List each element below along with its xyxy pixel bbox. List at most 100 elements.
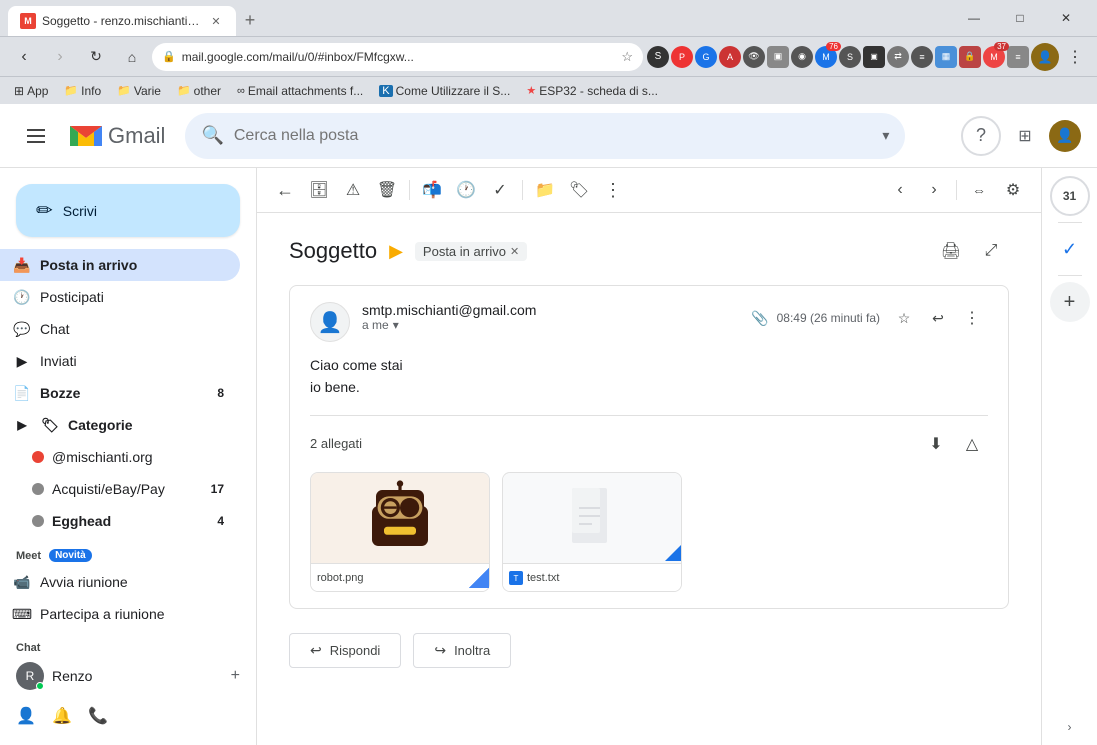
add-chat-button[interactable]: + (231, 667, 240, 685)
add-app-button[interactable]: + (1050, 282, 1090, 322)
archive-button[interactable]: 🗄 (303, 174, 335, 206)
minimize-button[interactable]: — (951, 4, 997, 32)
tab-close-icon[interactable]: ✕ (208, 13, 224, 29)
compose-button[interactable]: ✏ Scrivi (16, 184, 240, 237)
ext-icon-7[interactable]: ◉ (791, 46, 813, 68)
phone-icon-button[interactable]: 📞 (88, 706, 108, 726)
ext-icon-4[interactable]: A (719, 46, 741, 68)
more-actions-button[interactable]: ⋮ (597, 174, 629, 206)
ext-icon-badge[interactable]: M76 (815, 46, 837, 68)
ext-icon-8[interactable]: S (839, 46, 861, 68)
bookmark-esp32[interactable]: ★ ESP32 - scheda di s... (520, 82, 664, 100)
ext-icon-3[interactable]: G (695, 46, 717, 68)
browser-menu-button[interactable]: ⋮ (1061, 43, 1089, 71)
sidebar-item-mischianti[interactable]: @mischianti.org (0, 441, 240, 473)
search-bar[interactable]: 🔍 ▾ (185, 113, 905, 159)
bookmark-star-icon[interactable]: ☆ (621, 49, 633, 65)
open-new-window-button[interactable]: ⤢ (973, 233, 1009, 269)
snooze-button[interactable]: 🕐 (450, 174, 482, 206)
forward-button[interactable]: › (44, 41, 76, 73)
message-more-button[interactable]: ⋮ (956, 302, 988, 334)
ext-icon-share[interactable]: ⇄ (887, 46, 909, 68)
sidebar-item-categories[interactable]: ▶ 🏷 Categorie (0, 409, 240, 441)
ext-icon-6[interactable]: ▣ (767, 46, 789, 68)
search-input[interactable] (234, 127, 873, 145)
star-button[interactable]: ☆ (888, 302, 920, 334)
txt-corner-decoration (665, 545, 681, 561)
user-avatar[interactable]: 👤 (1049, 120, 1081, 152)
maximize-button[interactable]: □ (997, 4, 1043, 32)
download-all-button[interactable]: ⬇ (920, 428, 952, 460)
tasks-button[interactable]: ✓ (1050, 229, 1090, 269)
attachment-robot-footer: robot.png (311, 563, 489, 592)
hamburger-menu-button[interactable] (16, 116, 56, 156)
chat-user-renzo[interactable]: R Renzo + (0, 658, 256, 694)
forward-icon: ↪ (434, 642, 446, 659)
attachment-txt-preview (503, 473, 681, 563)
help-button[interactable]: ? (961, 116, 1001, 156)
close-window-button[interactable]: ✕ (1043, 4, 1089, 32)
apps-grid-button[interactable]: ⊞ (1005, 116, 1045, 156)
notifications-icon-button[interactable]: 🔔 (52, 706, 72, 726)
bookmark-varie[interactable]: 📁 Varie (111, 82, 167, 100)
sidebar-item-partecipa-riunione[interactable]: ⌨ Partecipa a riunione (0, 598, 240, 630)
calendar-button[interactable]: 31 (1050, 176, 1090, 216)
ext-icon-1[interactable]: S (647, 46, 669, 68)
scroll-down-icon[interactable]: › (1068, 720, 1072, 734)
print-button[interactable]: 🖨 (933, 233, 969, 269)
save-to-drive-button[interactable]: △ (956, 428, 988, 460)
next-email-button[interactable]: › (918, 174, 950, 206)
ext-icon-2[interactable]: P (671, 46, 693, 68)
txt-file-icon: T (509, 571, 523, 585)
home-button[interactable]: ⌂ (116, 41, 148, 73)
attachment-robot[interactable]: robot.png (310, 472, 490, 592)
bookmark-other[interactable]: 📁 other (171, 82, 227, 100)
attachment-txt[interactable]: T test.txt (502, 472, 682, 592)
egghead-dot-icon (32, 515, 44, 527)
ext-icon-11[interactable]: ▦ (935, 46, 957, 68)
new-tab-button[interactable]: + (236, 6, 264, 34)
back-to-list-button[interactable]: ← (269, 174, 301, 206)
label-button[interactable]: 🏷 (563, 174, 595, 206)
sidebar-item-inbox[interactable]: 📥 Posta in arrivo (0, 249, 240, 281)
browser-extension-icons: S P G A 👁 ▣ ◉ M76 S ▣ ⇄ ≡ ▦ 🔒 M37 ≡ 👤 ⋮ (647, 43, 1089, 71)
sidebar-item-drafts[interactable]: 📄 Bozze 8 (0, 377, 240, 409)
back-button[interactable]: ‹ (8, 41, 40, 73)
reply-quick-button[interactable]: ↩ (922, 302, 954, 334)
ext-icon-5[interactable]: 👁 (743, 46, 765, 68)
search-dropdown-icon[interactable]: ▾ (882, 127, 889, 144)
reply-button[interactable]: ↩ Rispondi (289, 633, 401, 668)
ext-icon-9[interactable]: ▣ (863, 46, 885, 68)
delete-button[interactable]: 🗑 (371, 174, 403, 206)
account-icon-button[interactable]: 👤 (16, 706, 36, 726)
bookmark-app[interactable]: ⊞ App (8, 82, 54, 100)
bookmark-come-utilizzare[interactable]: K Come Utilizzare il S... (373, 82, 516, 100)
spam-button[interactable]: ⚠ (337, 174, 369, 206)
split-view-button[interactable]: ⇔ (963, 174, 995, 206)
forward-button[interactable]: ↪ Inoltra (413, 633, 511, 668)
sidebar-item-snoozed[interactable]: 🕐 Posticipati (0, 281, 240, 313)
sidebar-item-avvia-riunione[interactable]: 📹 Avvia riunione (0, 566, 240, 598)
sidebar-item-acquisti[interactable]: Acquisti/eBay/Pay 17 (0, 473, 240, 505)
ext-icon-badge2[interactable]: M37 (983, 46, 1005, 68)
address-bar[interactable]: 🔒 mail.google.com/mail/u/0/#inbox/FMfcgx… (152, 43, 643, 71)
move-to-button[interactable]: 📁 (529, 174, 561, 206)
sidebar-item-chat[interactable]: 💬 Chat (0, 313, 240, 345)
sidebar-item-sent[interactable]: ▶ Inviati (0, 345, 240, 377)
mark-done-button[interactable]: ✓ (484, 174, 516, 206)
tag-close-icon[interactable]: ✕ (510, 245, 519, 258)
inbox-tag[interactable]: Posta in arrivo ✕ (415, 242, 527, 261)
sidebar-item-egghead[interactable]: Egghead 4 (0, 505, 240, 537)
move-to-inbox-button[interactable]: 📬 (416, 174, 448, 206)
ext-icon-lock[interactable]: 🔒 (959, 46, 981, 68)
ext-icon-10[interactable]: ≡ (911, 46, 933, 68)
bookmark-info[interactable]: 📁 Info (58, 82, 107, 100)
prev-email-button[interactable]: ‹ (884, 174, 916, 206)
ext-profile[interactable]: 👤 (1031, 43, 1059, 71)
ext-icon-12[interactable]: ≡ (1007, 46, 1029, 68)
browser-tab[interactable]: M Soggetto - renzo.mischianti@gm... ✕ (8, 6, 236, 36)
settings-button[interactable]: ⚙ (997, 174, 1029, 206)
sender-to-row[interactable]: a me ▾ (362, 318, 739, 332)
reload-button[interactable]: ↻ (80, 41, 112, 73)
bookmark-email-attach[interactable]: ∞ Email attachments f... (231, 82, 369, 100)
